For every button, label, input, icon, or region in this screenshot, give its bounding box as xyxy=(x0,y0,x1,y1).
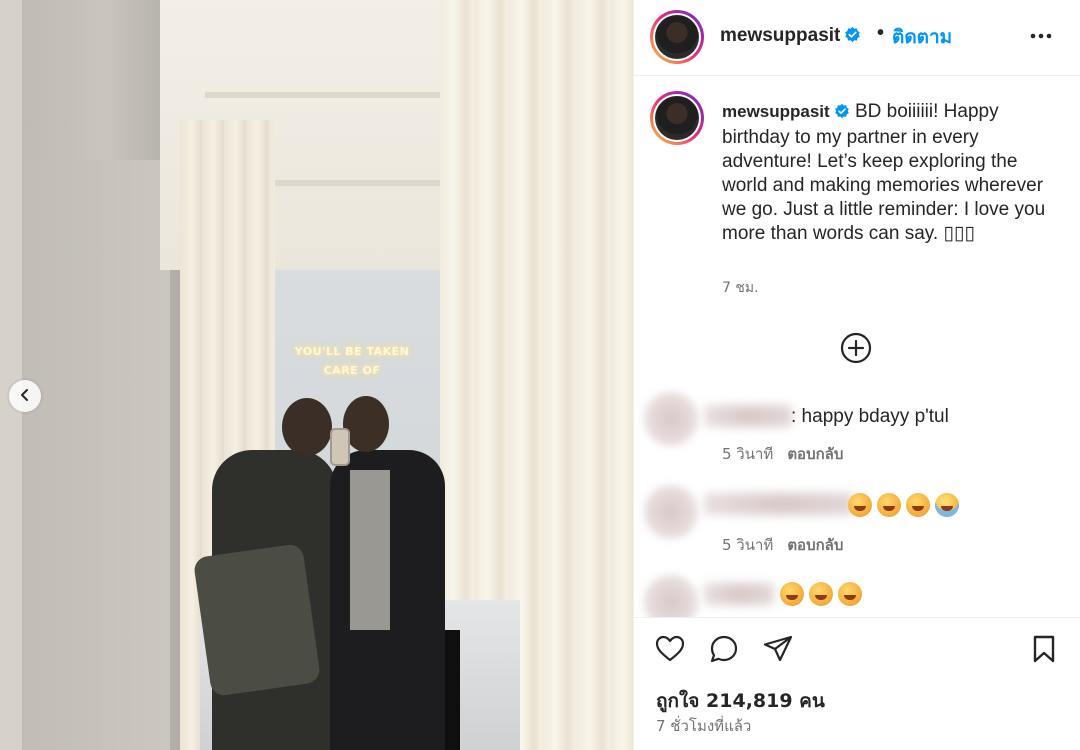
verified-badge-icon xyxy=(844,26,861,49)
header-username[interactable]: mewsuppasit xyxy=(720,25,840,46)
speech-bubble-icon xyxy=(707,635,741,669)
comment-username-blurred[interactable] xyxy=(704,405,792,427)
share-button[interactable] xyxy=(760,632,796,668)
follow-button[interactable]: ติดตาม xyxy=(892,22,952,52)
smiling-face-emoji-icon xyxy=(906,493,930,517)
heart-icon xyxy=(653,635,687,669)
likes-count[interactable]: ถูกใจ 214,819 คน xyxy=(656,686,825,716)
comments-list: : happy bdayy p'tul 5 วินาที ตอบกลับ 5 วิ… xyxy=(634,370,1080,635)
post-photo[interactable]: YOU'LL BE TAKEN CARE OF xyxy=(0,0,633,750)
header-separator: • xyxy=(877,22,885,44)
comment-text: : happy bdayy p'tul xyxy=(791,406,949,427)
post-timestamp: 7 ชั่วโมงที่แล้ว xyxy=(656,717,752,735)
photo-ceiling-beam xyxy=(255,180,455,186)
smiling-face-emoji-icon xyxy=(848,493,872,517)
person-left-head xyxy=(282,398,332,456)
comment-timestamp: 5 วินาที xyxy=(722,536,774,554)
caption-username[interactable]: mewsuppasit xyxy=(722,102,830,121)
post-actions-bar xyxy=(634,617,1080,679)
more-options-button[interactable] xyxy=(1026,24,1056,48)
neon-sign-line2: CARE OF xyxy=(323,364,381,377)
carousel-prev-button[interactable] xyxy=(9,380,41,412)
person-right-shirt xyxy=(350,470,390,630)
load-more-comments-button[interactable] xyxy=(838,331,874,367)
comment-meta: 5 วินาที ตอบกลับ xyxy=(722,442,843,466)
comment-emojis xyxy=(780,582,867,606)
comment-avatar-blurred[interactable] xyxy=(644,392,698,446)
photo-door-edge xyxy=(0,0,22,750)
caption-section: mewsuppasit BD boiiiiii! Happy birthday … xyxy=(634,77,1080,367)
chevron-left-icon xyxy=(18,388,32,405)
comment-item: : happy bdayy p'tul 5 วินาที ตอบกลับ xyxy=(634,370,1080,465)
avatar[interactable] xyxy=(650,10,704,64)
like-button[interactable] xyxy=(652,632,688,668)
caption-timestamp: 7 ชม. xyxy=(722,280,759,296)
caption-text: mewsuppasit BD boiiiiii! Happy birthday … xyxy=(722,100,1052,246)
paper-plane-icon xyxy=(761,635,795,669)
reply-button[interactable]: ตอบกลับ xyxy=(787,442,843,466)
save-button[interactable] xyxy=(1026,632,1062,668)
smiling-face-emoji-icon xyxy=(780,582,804,606)
caption-body: BD boiiiiii! Happy birthday to my partne… xyxy=(722,101,1046,244)
neon-sign-line1: YOU'LL BE TAKEN xyxy=(294,345,410,358)
comment-timestamp: 5 วินาที xyxy=(722,445,774,463)
post-sidebar: mewsuppasit • ติดตาม mewsuppasit BD boii… xyxy=(633,0,1080,750)
smiling-face-emoji-icon xyxy=(877,493,901,517)
phone xyxy=(330,428,350,466)
comment-item: 5 วินาที ตอบกลับ xyxy=(634,475,1080,570)
caption-avatar[interactable] xyxy=(650,91,704,145)
plus-circle-icon xyxy=(839,332,873,368)
comment-username-blurred[interactable] xyxy=(704,493,854,515)
smiling-face-emoji-icon xyxy=(838,582,862,606)
comment-avatar-blurred[interactable] xyxy=(644,485,698,539)
comment-username-blurred[interactable] xyxy=(704,583,774,605)
comment-meta: 5 วินาที ตอบกลับ xyxy=(722,533,843,557)
bookmark-icon xyxy=(1027,635,1061,669)
hugging-face-emoji-icon xyxy=(935,493,959,517)
more-horizontal-icon xyxy=(1026,33,1056,51)
person-left-coat xyxy=(192,543,322,697)
verified-badge-icon xyxy=(834,102,850,126)
comment-button[interactable] xyxy=(706,632,742,668)
reply-button[interactable]: ตอบกลับ xyxy=(787,533,843,557)
smiling-face-emoji-icon xyxy=(809,582,833,606)
header-username-link[interactable]: mewsuppasit xyxy=(720,25,861,49)
neon-sign: YOU'LL BE TAKEN CARE OF xyxy=(292,342,412,380)
post-header: mewsuppasit • ติดตาม xyxy=(634,0,1080,76)
photo-wall-column xyxy=(20,160,170,750)
comment-emojis xyxy=(848,493,964,517)
